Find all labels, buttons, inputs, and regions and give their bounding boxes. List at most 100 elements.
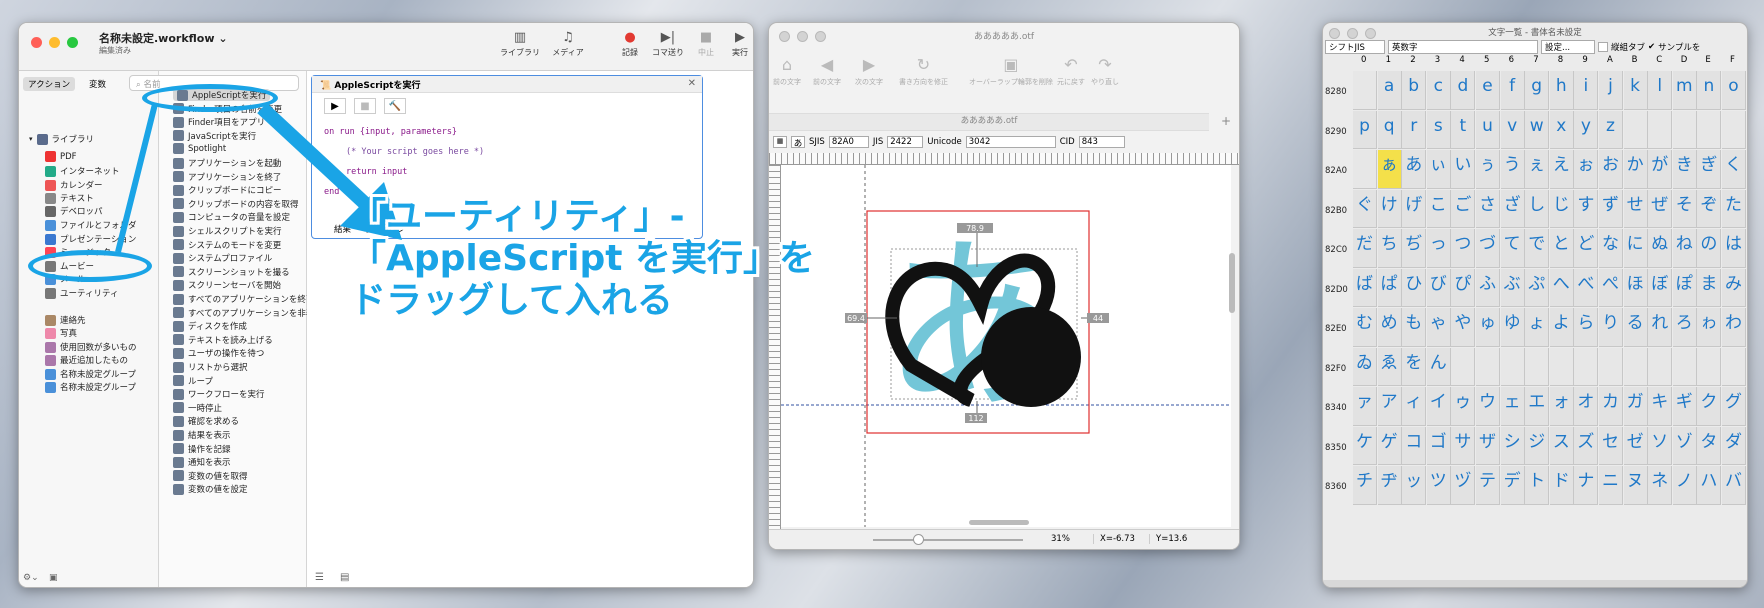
glyph-cell[interactable]: イ: [1426, 387, 1451, 426]
document-tab[interactable]: あああああ.otf: [769, 113, 1209, 131]
glyph-cell[interactable]: き: [1672, 150, 1697, 189]
glyph-cell[interactable]: か: [1623, 150, 1648, 189]
glyph-cell[interactable]: な: [1599, 229, 1623, 268]
tab-variables[interactable]: 変数: [89, 78, 106, 90]
glyph-cell[interactable]: じ: [1549, 189, 1574, 228]
glyph-cell[interactable]: つ: [1451, 229, 1476, 268]
action-item[interactable]: システムプロファイル: [173, 252, 272, 264]
library-item[interactable]: PDF: [45, 151, 77, 162]
glyph-cell[interactable]: z: [1599, 110, 1623, 149]
glyph-cell[interactable]: れ: [1648, 308, 1673, 347]
glyph-cell[interactable]: ぞ: [1697, 189, 1722, 228]
glyph-cell[interactable]: キ: [1648, 387, 1673, 426]
action-item[interactable]: 一時停止: [173, 402, 222, 414]
glyph-cell[interactable]: ほ: [1623, 268, 1648, 307]
glyph-cell[interactable]: し: [1525, 189, 1550, 228]
horizontal-scrollbar[interactable]: [1323, 580, 1747, 587]
glyph-cell[interactable]: ア: [1377, 387, 1402, 426]
unicode-field[interactable]: 3042: [965, 136, 1056, 148]
glyph-cell[interactable]: ゴ: [1426, 426, 1451, 465]
font-toolbar-button[interactable]: ↻ 書き方向を修正: [899, 55, 948, 87]
sample-checkbox[interactable]: ✔: [1648, 42, 1655, 52]
glyph-cell[interactable]: る: [1623, 308, 1648, 347]
zoom-button[interactable]: [67, 37, 78, 48]
glyph-cell[interactable]: ぜ: [1648, 189, 1673, 228]
tab-actions[interactable]: アクション: [23, 77, 76, 91]
glyph-cell[interactable]: e: [1476, 71, 1500, 110]
glyph-cell[interactable]: o: [1722, 71, 1746, 110]
glyph-cell[interactable]: [1599, 347, 1623, 386]
glyph-cell[interactable]: h: [1549, 71, 1574, 110]
glyph-cell[interactable]: び: [1426, 268, 1451, 307]
media-button[interactable]: ♫ メディア: [545, 29, 591, 58]
glyph-cell[interactable]: わ: [1722, 308, 1746, 347]
glyph-cell[interactable]: づ: [1476, 229, 1500, 268]
glyph-cell[interactable]: が: [1648, 150, 1673, 189]
glyph-cell[interactable]: コ: [1402, 426, 1427, 465]
add-tab-icon[interactable]: +: [1215, 115, 1237, 129]
glyph-cell[interactable]: ゆ: [1500, 308, 1525, 347]
run-script-icon[interactable]: ▶: [324, 98, 346, 114]
glyph-cell[interactable]: ゥ: [1451, 387, 1476, 426]
action-item[interactable]: 結果を表示: [173, 429, 231, 441]
settings-button[interactable]: 設定...: [1541, 40, 1595, 54]
sjis-field[interactable]: 82A0: [828, 136, 869, 148]
glyph-cell[interactable]: ス: [1549, 426, 1574, 465]
glyph-cell[interactable]: ぢ: [1402, 229, 1427, 268]
glyph-cell[interactable]: シ: [1500, 426, 1525, 465]
glyph-cell[interactable]: ハ: [1697, 466, 1722, 505]
action-item[interactable]: Finder項目をアプリ: [173, 116, 265, 128]
glyph-cell[interactable]: [1574, 347, 1599, 386]
glyph-cell[interactable]: g: [1525, 71, 1550, 110]
action-item[interactable]: 確認を求める: [173, 415, 239, 427]
glyph-cell[interactable]: グ: [1722, 387, 1746, 426]
grid-toggle-icon[interactable]: ▦: [773, 136, 787, 148]
action-item[interactable]: 通知を表示: [173, 456, 231, 468]
glyph-cell[interactable]: x: [1549, 110, 1574, 149]
glyph-cell[interactable]: っ: [1426, 229, 1451, 268]
glyph-cell[interactable]: [1623, 110, 1648, 149]
jis-field[interactable]: 2422: [887, 136, 924, 148]
glyph-cell[interactable]: て: [1500, 229, 1525, 268]
library-item[interactable]: 名称未設定グループ: [45, 368, 136, 380]
glyph-cell[interactable]: チ: [1353, 466, 1377, 505]
glyph-cell[interactable]: ト: [1525, 466, 1550, 505]
compile-hammer-icon[interactable]: 🔨: [384, 98, 406, 114]
glyph-cell[interactable]: セ: [1599, 426, 1623, 465]
glyph-cell[interactable]: ォ: [1549, 387, 1574, 426]
glyph-cell[interactable]: u: [1476, 110, 1500, 149]
glyph-cell[interactable]: け: [1377, 189, 1402, 228]
glyph-cell[interactable]: う: [1500, 150, 1525, 189]
horizontal-scrollbar[interactable]: [969, 520, 1029, 525]
glyph-cell[interactable]: [1525, 347, 1550, 386]
glyph-cell[interactable]: テ: [1476, 466, 1500, 505]
glyph-cell[interactable]: [1697, 110, 1722, 149]
action-item[interactable]: ワークフローを実行: [173, 388, 265, 400]
glyph-cell[interactable]: i: [1574, 71, 1599, 110]
glyph-cell[interactable]: タ: [1697, 426, 1722, 465]
action-item[interactable]: ディスクを作成: [173, 320, 247, 332]
glyph-cell[interactable]: [1500, 347, 1525, 386]
glyph-cell[interactable]: ぴ: [1451, 268, 1476, 307]
glyph-cell[interactable]: ょ: [1525, 308, 1550, 347]
glyph-cell[interactable]: ざ: [1500, 189, 1525, 228]
glyph-cell[interactable]: d: [1451, 71, 1476, 110]
glyph-cell[interactable]: ぱ: [1377, 268, 1402, 307]
glyph-cell[interactable]: せ: [1623, 189, 1648, 228]
library-item[interactable]: カレンダー: [45, 179, 103, 191]
glyph-cell[interactable]: [1451, 347, 1476, 386]
library-item[interactable]: ユーティリティ: [45, 287, 118, 299]
action-item[interactable]: Spotlight: [173, 143, 226, 155]
glyph-cell[interactable]: ぽ: [1672, 268, 1697, 307]
vertical-scrollbar[interactable]: [1229, 253, 1235, 313]
glyph-cell[interactable]: り: [1599, 308, 1623, 347]
glyph-cell[interactable]: を: [1402, 347, 1427, 386]
glyph-cell[interactable]: y: [1574, 110, 1599, 149]
glyph-cell[interactable]: [1697, 347, 1722, 386]
glyph-cell[interactable]: ぁ: [1377, 150, 1402, 189]
glyph-cell[interactable]: た: [1722, 189, 1746, 228]
settings-gear-icon[interactable]: ⚙⌄: [23, 573, 39, 583]
glyph-cell[interactable]: ゅ: [1476, 308, 1500, 347]
font-toolbar-button[interactable]: ⌂ 前の文字: [773, 55, 801, 87]
glyph-cell[interactable]: め: [1377, 308, 1402, 347]
